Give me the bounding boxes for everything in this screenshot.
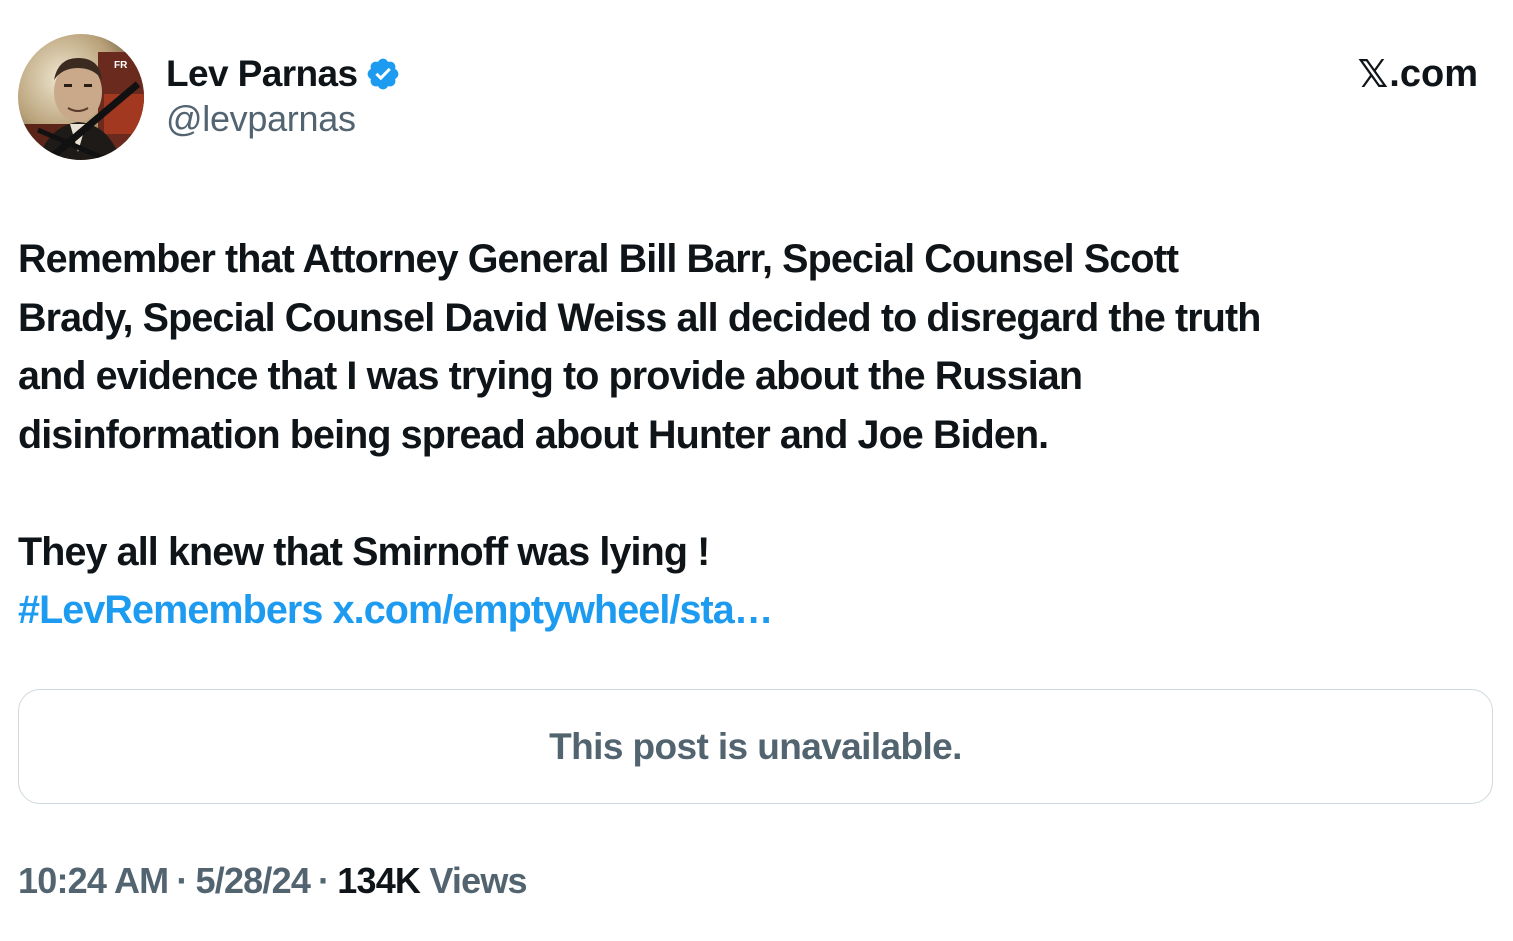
views-label: Views — [429, 860, 527, 901]
avatar-image: FR — [18, 34, 144, 160]
avatar[interactable]: FR — [18, 34, 144, 160]
verified-badge-icon — [365, 56, 401, 92]
hashtag-link[interactable]: #LevRemembers — [18, 588, 323, 632]
author-handle[interactable]: @levparnas — [166, 98, 401, 140]
author-names: Lev Parnas @levparnas — [166, 50, 401, 140]
unavailable-message: This post is unavailable. — [549, 725, 962, 767]
meta-separator-2: · — [318, 860, 330, 901]
post-date[interactable]: 5/28/24 — [196, 860, 311, 901]
display-name-row: Lev Parnas — [166, 50, 401, 98]
x-com-brand[interactable]: 𝕏 .com — [1358, 52, 1478, 96]
tweet-line-2: Brady, Special Counsel David Weiss all d… — [18, 295, 1261, 340]
x-logo-icon: 𝕏 — [1357, 52, 1389, 96]
tweet-meta: 10:24 AM · 5/28/24 · 134K Views — [18, 860, 528, 902]
tweet-links-line: #LevRemembers x.com/emptywheel/sta… — [18, 581, 1478, 640]
tweet-header: FR Lev Parnas @levparnas 𝕏 .com — [18, 34, 1495, 160]
tweet-line-1: Remember that Attorney General Bill Barr… — [18, 237, 1179, 281]
brand-domain: .com — [1389, 52, 1478, 95]
svg-text:FR: FR — [114, 60, 128, 71]
post-time[interactable]: 10:24 AM — [18, 860, 169, 901]
quoted-url-link[interactable]: x.com/emptywheel/sta… — [333, 588, 774, 632]
views-count: 134K — [337, 860, 421, 901]
display-name[interactable]: Lev Parnas — [166, 53, 358, 95]
tweet-line-4: disinformation being spread about Hunter… — [18, 412, 1049, 457]
quoted-post-card[interactable]: This post is unavailable. — [18, 689, 1493, 804]
tweet-text: Remember that Attorney General Bill Barr… — [18, 230, 1478, 640]
tweet-paragraph-2: They all knew that Smirnoff was lying ! — [18, 529, 710, 574]
meta-separator-1: · — [176, 860, 188, 901]
tweet-line-3: and evidence that I was trying to provid… — [18, 354, 1083, 398]
